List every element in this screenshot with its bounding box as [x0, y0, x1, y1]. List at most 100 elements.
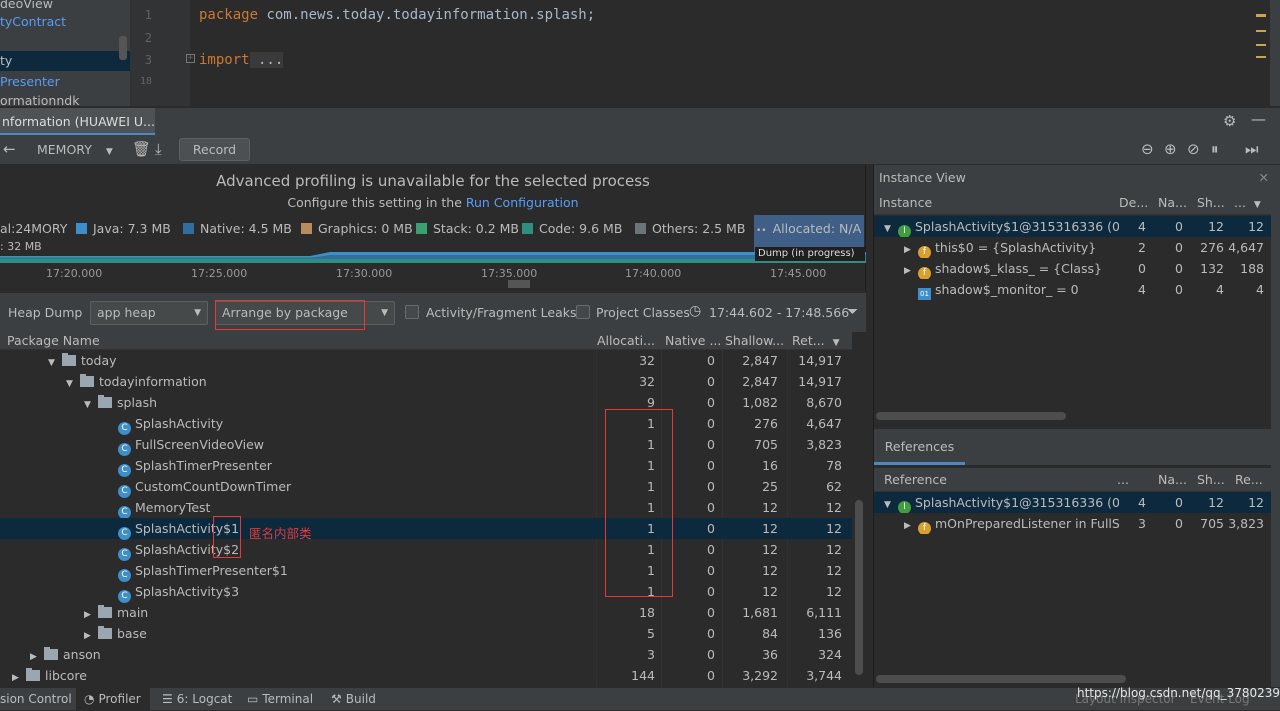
- table-row[interactable]: C SplashTimerPresenter$1 1 0 12 12: [0, 560, 852, 582]
- tree-item[interactable]: Presenter: [0, 72, 60, 92]
- reference-row[interactable]: ▶ f mOnPreparedListener in FullSc 3 0 705 3,82…: [874, 513, 1271, 534]
- filter-icon[interactable]: ⏷: [847, 304, 858, 320]
- instance-row[interactable]: ▼ I SplashActivity$1@315316336 (0x 4 0 12 12: [874, 216, 1271, 237]
- version-control-tab[interactable]: sion Control: [0, 688, 72, 711]
- collapsed-arrow-icon[interactable]: ▶: [904, 516, 914, 534]
- column-package-name[interactable]: Package Name: [7, 332, 592, 350]
- column-retained[interactable]: ... ▼: [1234, 194, 1271, 212]
- table-row[interactable]: ▶ main 18 0 1,681 6,111: [0, 602, 852, 623]
- allocated-label: •• Allocated: N/A: [756, 221, 861, 236]
- error-stripe-mark[interactable]: [1256, 44, 1266, 46]
- memory-timeline[interactable]: Advanced profiling is unavailable for th…: [0, 165, 866, 292]
- collapsed-arrow-icon[interactable]: ▶: [12, 668, 22, 687]
- fold-icon[interactable]: +: [186, 54, 195, 63]
- expanded-arrow-icon[interactable]: ▼: [884, 495, 894, 513]
- table-row[interactable]: C SplashActivity$1 1 0 12 12: [0, 518, 852, 540]
- table-row[interactable]: C FullScreenVideoView 1 0 705 3,823: [0, 434, 852, 456]
- pause-icon[interactable]: ⏸: [1211, 141, 1219, 157]
- tree-scrollbar[interactable]: [119, 36, 127, 60]
- error-stripe-mark[interactable]: [1256, 14, 1266, 17]
- tree-item[interactable]: tyContract: [0, 12, 66, 32]
- column-allocations[interactable]: Allocati...: [597, 332, 659, 350]
- chevron-down-icon: ▼: [194, 308, 201, 318]
- legend-label: Java: 7.3 MB: [93, 221, 171, 236]
- column-shallow[interactable]: Sh...: [1197, 194, 1227, 212]
- profiler-session-tab[interactable]: nformation (HUAWEI U...: [0, 108, 155, 136]
- table-row[interactable]: ▶ base 5 0 84 136: [0, 623, 852, 644]
- package-name-label: MemoryTest: [135, 500, 211, 515]
- go-live-icon[interactable]: ⏭: [1245, 141, 1259, 157]
- tree-item-selected[interactable]: ty: [0, 51, 130, 71]
- memory-dropdown[interactable]: MEMORY ▼: [37, 142, 113, 157]
- table-row[interactable]: ▶ anson 3 0 36 324: [0, 644, 852, 665]
- column-retained[interactable]: Re...: [1235, 471, 1271, 489]
- table-row[interactable]: C SplashActivity$2 1 0 12 12: [0, 539, 852, 561]
- retained-header-label: ...: [1234, 195, 1246, 210]
- column-native-size[interactable]: Native ...: [665, 332, 721, 350]
- column-retained-size[interactable]: Ret... ▼: [792, 332, 852, 350]
- code-folded[interactable]: ...: [249, 52, 284, 68]
- column-shallow-size[interactable]: Shallow...: [725, 332, 783, 350]
- table-row[interactable]: ▼ todayinformation 32 0 2,847 14,917: [0, 371, 852, 392]
- cell-retained-size: 3,744: [806, 668, 842, 683]
- run-configuration-link[interactable]: Run Configuration: [466, 195, 579, 210]
- legend-swatch: [635, 223, 646, 234]
- code-content[interactable]: package com.news.today.todayinformation.…: [199, 0, 595, 68]
- column-depth[interactable]: ...: [1117, 471, 1147, 489]
- terminal-icon: ▭: [247, 692, 259, 706]
- close-icon[interactable]: ✕: [1259, 165, 1269, 191]
- column-native[interactable]: Na...: [1158, 471, 1188, 489]
- instance-row[interactable]: 01 shadow$_monitor_ = 0 4 0 4 4: [874, 279, 1271, 300]
- collapsed-arrow-icon[interactable]: ▶: [904, 261, 914, 279]
- leaks-checkbox[interactable]: [405, 305, 419, 319]
- table-row[interactable]: ▼ today 32 0 2,847 14,917: [0, 350, 852, 371]
- project-classes-checkbox[interactable]: [576, 305, 590, 319]
- collapsed-arrow-icon[interactable]: ▶: [904, 240, 914, 258]
- gear-icon[interactable]: ⚙: [1223, 113, 1236, 129]
- column-depth[interactable]: De...: [1119, 194, 1149, 212]
- record-button[interactable]: Record: [179, 138, 250, 161]
- table-row[interactable]: C MemoryTest 1 0 12 12: [0, 497, 852, 519]
- cell-shallow-size: 2,847: [742, 353, 778, 368]
- reset-zoom-icon[interactable]: ⊘: [1187, 141, 1200, 157]
- table-row[interactable]: ▶ libcore 144 0 3,292 3,744: [0, 665, 852, 686]
- error-stripe-mark[interactable]: [1256, 30, 1266, 32]
- heap-dump-icon[interactable]: ⤓: [155, 141, 162, 157]
- build-tab[interactable]: ⚒ Build: [331, 688, 376, 711]
- zoom-in-icon[interactable]: ⊕: [1164, 141, 1177, 157]
- field-icon: f: [918, 246, 931, 258]
- table-row[interactable]: C SplashActivity$3 1 0 12 12: [0, 581, 852, 603]
- table-row[interactable]: C SplashActivity 1 0 276 4,647: [0, 413, 852, 435]
- cell-native-size: 0: [707, 668, 715, 683]
- package-folder-icon: [98, 626, 112, 639]
- instance-row[interactable]: ▶ f shadow$_klass_ = {Class} 0 0 132 188: [874, 258, 1271, 279]
- back-arrow-icon[interactable]: ←: [3, 141, 16, 157]
- reference-row[interactable]: ▼ I SplashActivity$1@315316336 (0x 4 0 12 12: [874, 492, 1271, 513]
- trash-icon[interactable]: 🗑: [132, 141, 151, 157]
- column-native[interactable]: Na...: [1158, 194, 1188, 212]
- terminal-tab[interactable]: ▭ Terminal: [247, 688, 313, 711]
- zoom-out-icon[interactable]: ⊖: [1141, 141, 1154, 157]
- timeline-scroll-thumb[interactable]: [508, 280, 530, 288]
- column-reference[interactable]: Reference: [884, 471, 1114, 489]
- profiler-tab[interactable]: ◔ Profiler: [76, 688, 150, 711]
- instance-row[interactable]: ▶ f this$0 = {SplashActivity} 2 0 276 4,647: [874, 237, 1271, 258]
- table-row[interactable]: ▼ splash 9 0 1,082 8,670: [0, 392, 852, 413]
- tree-item[interactable]: ormationndk: [0, 91, 79, 106]
- expanded-arrow-icon[interactable]: ▼: [884, 219, 894, 237]
- logcat-tab[interactable]: ☰ 6: Logcat: [162, 688, 232, 711]
- error-stripe-mark[interactable]: [1256, 56, 1266, 58]
- table-row[interactable]: C CustomCountDownTimer 1 0 25 62: [0, 476, 852, 498]
- instance-hscrollbar[interactable]: [876, 412, 1066, 420]
- logcat-icon: ☰: [162, 692, 173, 706]
- references-tab[interactable]: References: [874, 429, 965, 465]
- column-shallow[interactable]: Sh...: [1197, 471, 1227, 489]
- package-name-label: SplashActivity: [135, 416, 224, 431]
- table-row[interactable]: C SplashTimerPresenter 1 0 16 78: [0, 455, 852, 477]
- annotation-text: 匿名内部类: [249, 526, 312, 541]
- column-instance[interactable]: Instance: [879, 194, 1119, 212]
- cell-shallow-size: 3,292: [742, 668, 778, 683]
- table-scrollbar[interactable]: [855, 500, 863, 675]
- minimize-icon[interactable]: —: [1251, 111, 1266, 127]
- heap-select[interactable]: app heap ▼: [90, 301, 208, 325]
